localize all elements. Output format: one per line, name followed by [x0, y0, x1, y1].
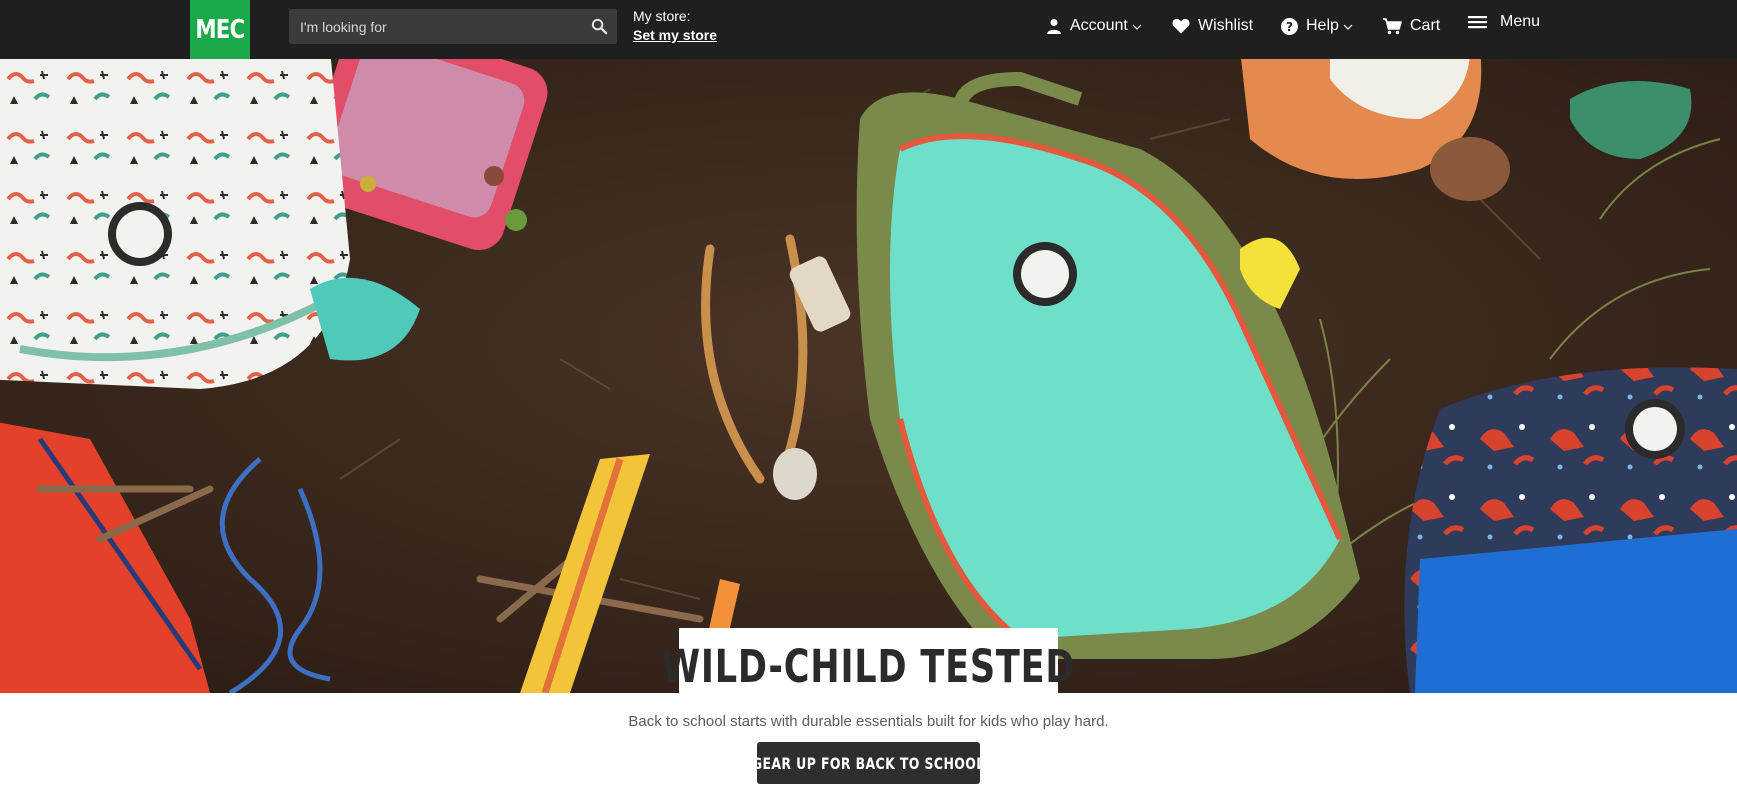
cta-label: GEAR UP FOR BACK TO SCHOOL [752, 753, 985, 773]
cart-link[interactable]: Cart [1383, 15, 1440, 37]
site-header: MEC My store: Set my store Account Wishl… [0, 0, 1737, 59]
hero-headline: WILD-CHILD TESTED [661, 640, 1076, 693]
menu-label: Menu [1500, 13, 1541, 30]
search-bar [289, 9, 617, 44]
logo-text: MEC [195, 14, 246, 45]
headline-box: WILD-CHILD TESTED [662, 628, 1075, 693]
menu-button[interactable]: Menu [1468, 11, 1540, 33]
wishlist-label: Wishlist [1198, 17, 1254, 34]
hero-banner[interactable] [0, 59, 1737, 693]
mec-logo[interactable]: MEC [190, 0, 250, 59]
search-input[interactable] [289, 9, 579, 44]
svg-text:?: ? [1286, 20, 1293, 34]
cart-label: Cart [1410, 17, 1441, 34]
account-menu[interactable]: Account [1046, 15, 1142, 37]
store-label: My store: [633, 8, 691, 24]
search-icon[interactable] [590, 17, 609, 36]
chevron-down-icon [1132, 24, 1142, 30]
account-label: Account [1070, 17, 1128, 34]
chevron-down-icon [1343, 24, 1353, 30]
back-to-school-button[interactable]: GEAR UP FOR BACK TO SCHOOL [752, 742, 985, 784]
my-store: My store: Set my store [633, 8, 717, 45]
set-my-store-link[interactable]: Set my store [633, 25, 717, 45]
cart-icon [1383, 17, 1402, 34]
wishlist-link[interactable]: Wishlist [1172, 15, 1253, 37]
heart-icon [1172, 18, 1190, 34]
help-menu[interactable]: ? Help [1281, 15, 1353, 37]
hero-image [0, 59, 1737, 693]
help-icon: ? [1281, 17, 1298, 35]
help-label: Help [1306, 17, 1339, 34]
user-icon [1047, 19, 1061, 34]
hamburger-icon [1468, 16, 1487, 29]
hero-subtext: Back to school starts with durable essen… [628, 713, 1109, 730]
